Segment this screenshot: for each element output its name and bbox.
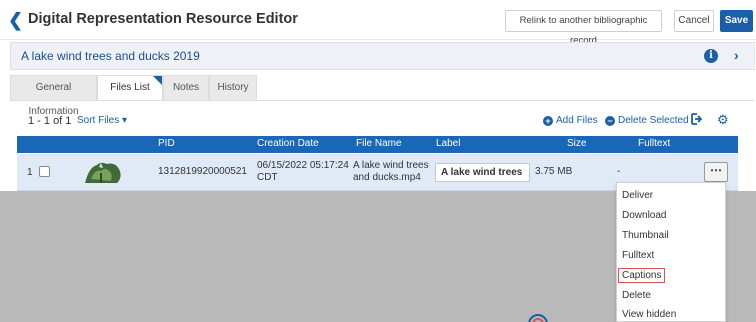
size-cell: 3.75 MB (535, 166, 573, 177)
gear-icon[interactable]: ⚙ (717, 112, 729, 128)
page-title: Digital Representation Resource Editor (28, 11, 298, 27)
cancel-button[interactable]: Cancel (674, 10, 714, 32)
menu-item-download[interactable]: Download (617, 206, 727, 226)
plus-circle-icon: + (543, 116, 553, 126)
menu-item-view-hidden[interactable]: View hidden (617, 305, 727, 322)
export-icon[interactable] (690, 113, 703, 128)
column-header-fulltext[interactable]: Fulltext (638, 138, 670, 149)
tab-notes[interactable]: Notes (163, 75, 209, 100)
file-name-cell: A lake wind trees and ducks.mp4 (353, 160, 429, 183)
label-input[interactable] (435, 163, 530, 182)
menu-item-captions[interactable]: Captions (617, 266, 727, 286)
tab-active-marker (153, 76, 162, 85)
menu-item-delete[interactable]: Delete (617, 286, 727, 306)
menu-item-fulltext[interactable]: Fulltext (617, 246, 727, 266)
file-thumbnail[interactable] (79, 159, 125, 185)
record-title-bar: A lake wind trees and ducks 2019 i › (10, 42, 755, 70)
tab-general-information[interactable]: General Information (10, 75, 97, 117)
tab-files-list[interactable]: Files List (97, 75, 163, 101)
column-header-creation-date[interactable]: Creation Date (257, 138, 319, 149)
back-chevron-icon[interactable]: ❮ (8, 10, 23, 30)
caret-down-icon: ▾ (122, 115, 128, 126)
minus-circle-icon: − (605, 116, 615, 126)
tab-history[interactable]: History (209, 75, 257, 100)
column-header-file-name[interactable]: File Name (356, 138, 402, 149)
delete-selected-button[interactable]: − Delete Selected (605, 115, 689, 126)
menu-item-thumbnail[interactable]: Thumbnail (617, 226, 727, 246)
relink-button[interactable]: Relink to another bibliographic record (505, 10, 662, 46)
tab-divider (10, 100, 755, 101)
sort-files-dropdown[interactable]: Sort Files ▾ (77, 115, 127, 126)
top-bar: ❮ Digital Representation Resource Editor… (0, 0, 756, 46)
menu-item-deliver[interactable]: Deliver (617, 186, 727, 206)
record-title[interactable]: A lake wind trees and ducks 2019 (21, 49, 200, 63)
row-actions-button[interactable]: ⋯ (704, 162, 728, 182)
add-files-button[interactable]: + Add Files (543, 115, 598, 126)
result-count: 1 - 1 of 1 (28, 115, 72, 127)
fulltext-cell: - (617, 166, 621, 177)
row-number: 1 (27, 167, 33, 178)
column-header-pid[interactable]: PID (158, 138, 175, 149)
row-actions-menu: Deliver Download Thumbnail Fulltext Capt… (616, 182, 726, 322)
column-header-size[interactable]: Size (567, 138, 586, 149)
chevron-right-icon[interactable]: › (734, 47, 739, 63)
logo-fragment (528, 314, 548, 322)
row-checkbox[interactable] (39, 166, 50, 177)
column-header-label[interactable]: Label (436, 138, 460, 149)
save-button[interactable]: Save (720, 10, 753, 32)
info-icon[interactable]: i (704, 49, 718, 63)
pid-cell: 1312819920000521 (158, 166, 247, 177)
creation-date-cell: 06/15/2022 05:17:24 CDT (257, 160, 349, 183)
table-header: PID Creation Date File Name Label Size F… (17, 136, 738, 153)
